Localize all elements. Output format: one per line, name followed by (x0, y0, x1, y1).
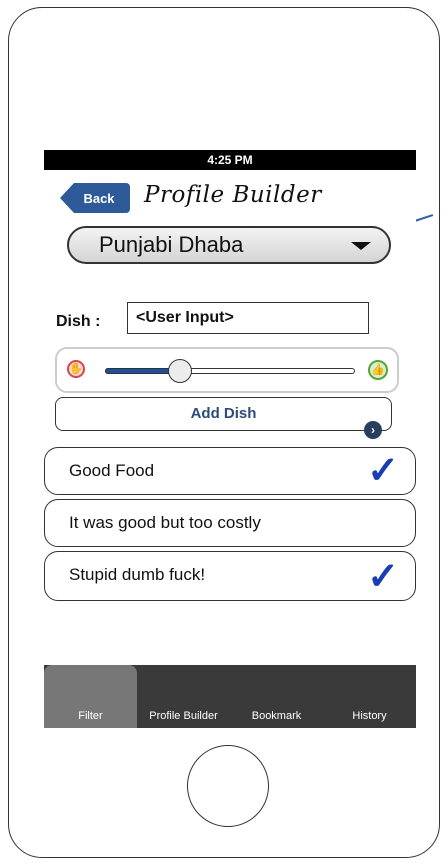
review-text: It was good but too costly (69, 513, 261, 532)
list-item[interactable]: Stupid dumb fuck! ✓ (44, 551, 416, 601)
tab-bar: Filter Profile Builder Bookmark History (44, 665, 416, 728)
tab-label: History (352, 710, 387, 722)
list-item[interactable]: Good Food ✓ (44, 447, 416, 495)
tab-filter[interactable]: Filter (44, 665, 137, 728)
status-time: 4:25 PM (207, 153, 253, 167)
back-button-label: Back (83, 190, 115, 206)
slider-thumb[interactable] (168, 359, 192, 383)
chevron-down-icon[interactable] (351, 242, 371, 250)
list-item[interactable]: It was good but too costly (44, 499, 416, 547)
tab-bookmark[interactable]: Bookmark (230, 665, 323, 728)
page-title: Profile Builder (144, 182, 322, 208)
restaurant-selected-value: Punjabi Dhaba (99, 232, 244, 257)
restaurant-dropdown[interactable]: Punjabi Dhaba (67, 226, 391, 264)
review-text: Good Food (69, 461, 155, 480)
home-button[interactable] (187, 745, 269, 827)
dish-input[interactable]: <User Input> (127, 302, 369, 334)
checkmark-icon: ✓ (367, 450, 399, 492)
checkmark-icon: ✓ (367, 556, 399, 598)
thumbs-up-icon: 👍 (368, 360, 388, 380)
rating-slider-container: ✋ 👍 (55, 347, 399, 393)
app-screen: 4:25 PM Back Profile Builder Punjabi Dha… (44, 150, 416, 728)
add-dish-button[interactable]: Add Dish (55, 397, 392, 431)
dish-label: Dish : (56, 313, 101, 330)
tab-label: Bookmark (251, 710, 302, 722)
disclosure-arrow-icon[interactable]: › (364, 421, 382, 439)
back-button[interactable]: Back (60, 183, 130, 213)
tab-label: Filter (78, 710, 103, 722)
tab-label: Profile Builder (149, 710, 218, 722)
tab-profile-builder[interactable]: Profile Builder (137, 665, 230, 728)
review-text: Stupid dumb fuck! (69, 565, 206, 584)
add-dish-label: Add Dish (190, 405, 257, 422)
status-bar: 4:25 PM (44, 150, 416, 170)
thumbs-down-icon: ✋ (67, 360, 85, 378)
tab-history[interactable]: History (323, 665, 416, 728)
